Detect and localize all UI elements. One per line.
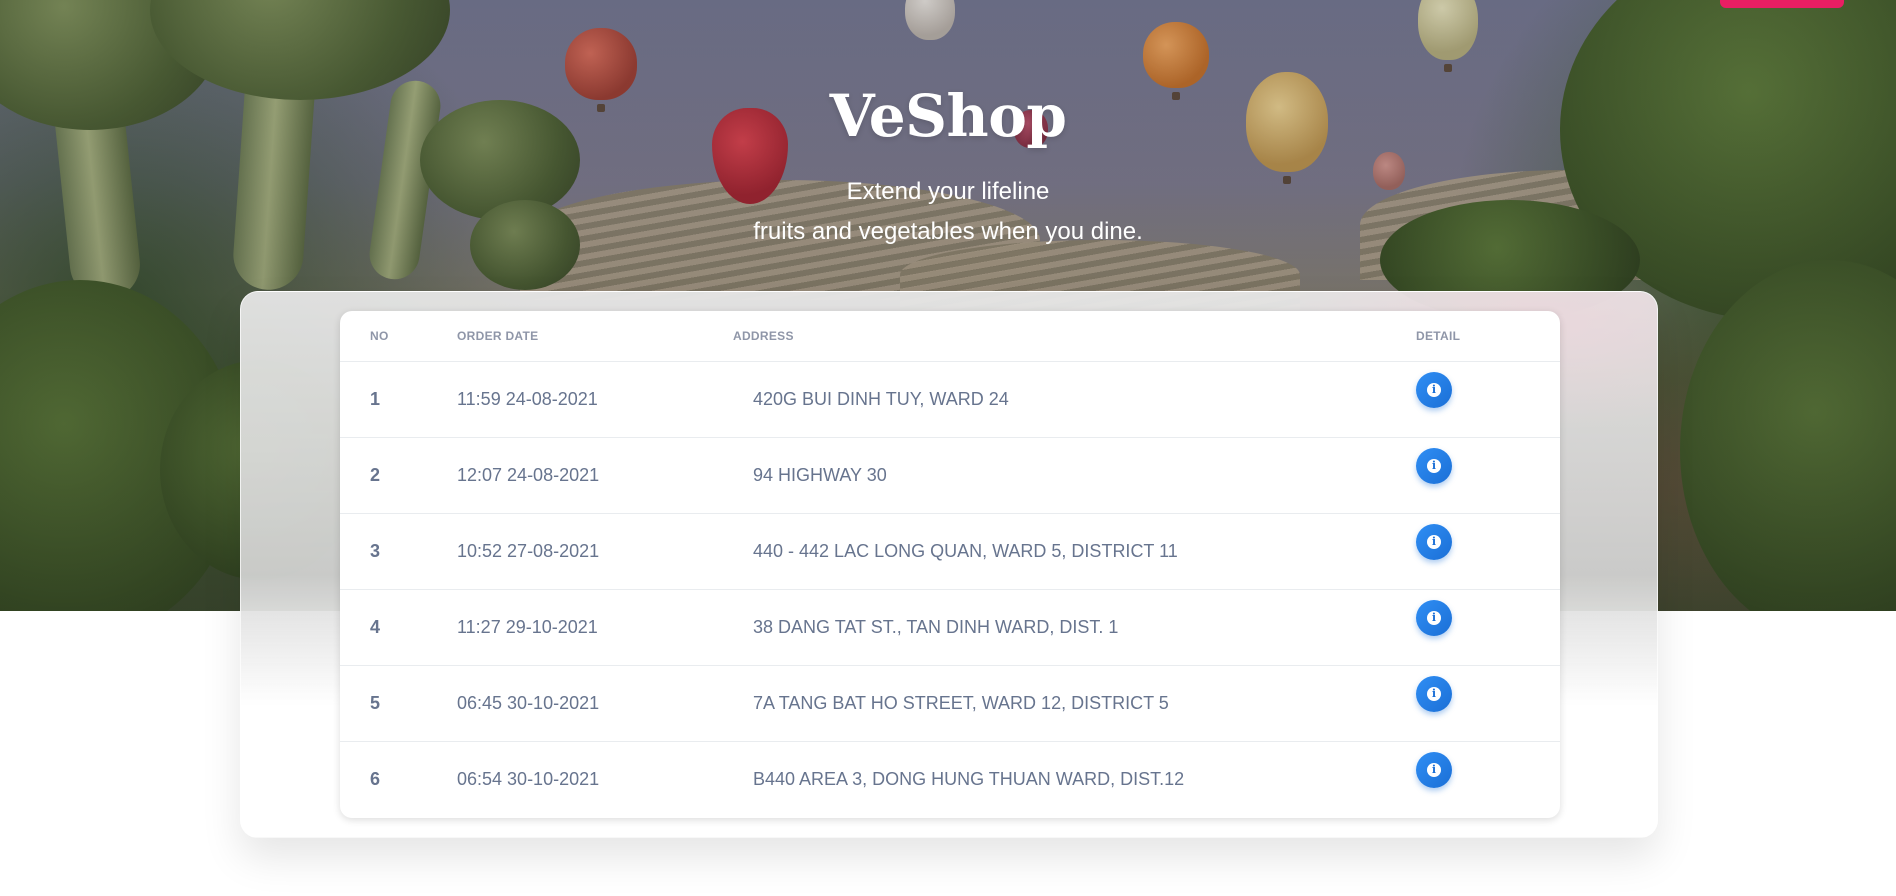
detail-cell: i <box>1416 513 1560 590</box>
detail-cell: i <box>1416 437 1560 514</box>
order-number: 5 <box>340 665 457 742</box>
table-row: 1 11:59 24-08-2021 420G BUI DINH TUY, WA… <box>340 361 1560 438</box>
order-number: 1 <box>340 361 457 438</box>
detail-button[interactable]: i <box>1416 675 1452 712</box>
info-icon: i <box>1427 686 1441 701</box>
table-header-row: NO ORDER DATE ADDRESS DETAIL <box>340 311 1560 362</box>
detail-button[interactable]: i <box>1416 599 1452 636</box>
info-icon: i <box>1427 534 1441 549</box>
order-date: 06:54 30-10-2021 <box>457 768 600 789</box>
table-row: 2 12:07 24-08-2021 94 HIGHWAY 30 i <box>340 437 1560 514</box>
subtitle-line-1: Extend your lifeline <box>846 178 1050 205</box>
order-address: 38 DANG TAT ST., TAN DINH WARD, DIST. 1 <box>733 589 1416 666</box>
order-number: 6 <box>370 768 381 789</box>
order-number: 4 <box>340 589 457 666</box>
page-subtitle: Extend your lifeline fruits and vegetabl… <box>0 172 1896 252</box>
info-icon: i <box>1427 458 1441 473</box>
column-header-address: ADDRESS <box>733 311 1416 362</box>
header-action-button[interactable] <box>1720 0 1844 8</box>
order-number: 2 <box>340 437 457 514</box>
detail-cell: i <box>1416 665 1560 742</box>
info-icon: i <box>1427 382 1441 397</box>
subtitle-line-2: fruits and vegetables when you dine. <box>753 218 1143 245</box>
orders-table-card: NO ORDER DATE ADDRESS DETAIL 1 11:59 24-… <box>340 311 1560 818</box>
order-address: 7A TANG BAT HO STREET, WARD 12, DISTRICT… <box>733 665 1416 742</box>
order-number: 3 <box>340 513 457 590</box>
order-date: 11:59 24-08-2021 <box>457 361 733 438</box>
order-date: 11:27 29-10-2021 <box>457 589 733 666</box>
order-date: 12:07 24-08-2021 <box>457 437 733 514</box>
order-date: 06:45 30-10-2021 <box>457 665 733 742</box>
orders-table: NO ORDER DATE ADDRESS DETAIL 1 11:59 24-… <box>340 311 1560 817</box>
detail-button[interactable]: i <box>1416 371 1452 408</box>
column-header-order-date: ORDER DATE <box>457 311 733 362</box>
table-row: 6 06:54 30-10-2021 B440 AREA 3, DONG HUN… <box>340 741 1560 817</box>
table-row: 3 10:52 27-08-2021 440 - 442 LAC LONG QU… <box>340 513 1560 590</box>
page-title: VeShop <box>829 82 1067 150</box>
detail-button[interactable]: i <box>1416 447 1452 484</box>
info-icon: i <box>1427 610 1441 625</box>
column-header-no: NO <box>340 311 457 362</box>
column-header-detail: DETAIL <box>1416 311 1560 362</box>
order-address: B440 AREA 3, DONG HUNG THUAN WARD, DIST.… <box>753 768 1185 789</box>
detail-cell: i <box>1416 361 1560 438</box>
info-icon: i <box>1427 762 1441 777</box>
detail-button[interactable]: i <box>1416 523 1452 560</box>
detail-button[interactable]: i <box>1416 751 1452 788</box>
order-address: 420G BUI DINH TUY, WARD 24 <box>733 361 1416 438</box>
detail-cell: i <box>1416 741 1560 817</box>
table-row: 4 11:27 29-10-2021 38 DANG TAT ST., TAN … <box>340 589 1560 666</box>
detail-cell: i <box>1416 589 1560 666</box>
table-row: 5 06:45 30-10-2021 7A TANG BAT HO STREET… <box>340 665 1560 742</box>
order-date: 10:52 27-08-2021 <box>457 513 733 590</box>
order-address: 440 - 442 LAC LONG QUAN, WARD 5, DISTRIC… <box>733 513 1416 590</box>
order-address: 94 HIGHWAY 30 <box>733 437 1416 514</box>
